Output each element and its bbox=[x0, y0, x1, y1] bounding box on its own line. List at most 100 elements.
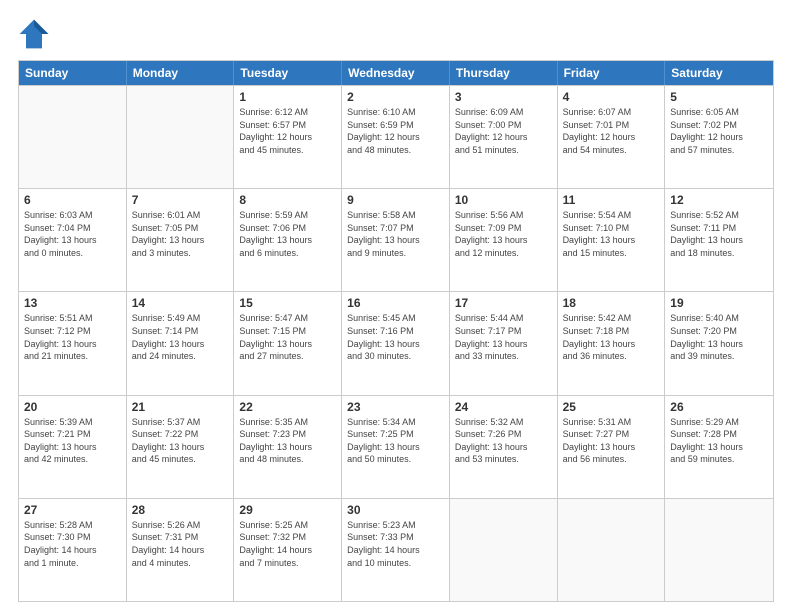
day-detail: Sunrise: 5:35 AM Sunset: 7:23 PM Dayligh… bbox=[239, 416, 336, 466]
calendar-header-cell: Sunday bbox=[19, 61, 127, 85]
calendar-header-cell: Thursday bbox=[450, 61, 558, 85]
day-number: 26 bbox=[670, 400, 768, 414]
calendar-cell bbox=[665, 499, 773, 601]
calendar-cell bbox=[558, 499, 666, 601]
header bbox=[18, 18, 774, 50]
day-number: 19 bbox=[670, 296, 768, 310]
calendar-header: SundayMondayTuesdayWednesdayThursdayFrid… bbox=[19, 61, 773, 85]
day-number: 27 bbox=[24, 503, 121, 517]
calendar-cell: 14 Sunrise: 5:49 AM Sunset: 7:14 PM Dayli… bbox=[127, 292, 235, 394]
calendar-cell: 25Sunrise: 5:31 AM Sunset: 7:27 PM Dayli… bbox=[558, 396, 666, 498]
calendar-header-cell: Wednesday bbox=[342, 61, 450, 85]
calendar-cell: 8 Sunrise: 5:59 AM Sunset: 7:06 PM Daylig… bbox=[234, 189, 342, 291]
day-detail: Sunrise: 5:39 AM Sunset: 7:21 PM Dayligh… bbox=[24, 416, 121, 466]
day-detail: Sunrise: 5:47 AM Sunset: 7:15 PM Dayligh… bbox=[239, 312, 336, 362]
day-detail: Sunrise: 6:10 AM Sunset: 6:59 PM Dayligh… bbox=[347, 106, 444, 156]
day-detail: Sunrise: 5:28 AM Sunset: 7:30 PM Dayligh… bbox=[24, 519, 121, 569]
day-detail: Sunrise: 5:49 AM Sunset: 7:14 PM Dayligh… bbox=[132, 312, 229, 362]
calendar-cell: 16 Sunrise: 5:45 AM Sunset: 7:16 PM Dayli… bbox=[342, 292, 450, 394]
day-detail: Sunrise: 5:42 AM Sunset: 7:18 PM Dayligh… bbox=[563, 312, 660, 362]
day-number: 20 bbox=[24, 400, 121, 414]
calendar-cell: 29Sunrise: 5:25 AM Sunset: 7:32 PM Dayli… bbox=[234, 499, 342, 601]
calendar-cell: 13Sunrise: 5:51 AM Sunset: 7:12 PM Dayli… bbox=[19, 292, 127, 394]
day-detail: Sunrise: 5:56 AM Sunset: 7:09 PM Dayligh… bbox=[455, 209, 552, 259]
day-detail: Sunrise: 5:26 AM Sunset: 7:31 PM Dayligh… bbox=[132, 519, 229, 569]
day-number: 12 bbox=[670, 193, 768, 207]
calendar-row: 1Sunrise: 6:12 AM Sunset: 6:57 PM Daylig… bbox=[19, 85, 773, 188]
calendar-cell: 28 Sunrise: 5:26 AM Sunset: 7:31 PM Dayli… bbox=[127, 499, 235, 601]
day-detail: Sunrise: 6:07 AM Sunset: 7:01 PM Dayligh… bbox=[563, 106, 660, 156]
calendar-cell bbox=[19, 86, 127, 188]
calendar-body: 1Sunrise: 6:12 AM Sunset: 6:57 PM Daylig… bbox=[19, 85, 773, 601]
calendar-header-cell: Monday bbox=[127, 61, 235, 85]
day-number: 8 bbox=[239, 193, 336, 207]
day-number: 24 bbox=[455, 400, 552, 414]
day-number: 16 bbox=[347, 296, 444, 310]
day-number: 17 bbox=[455, 296, 552, 310]
calendar-cell: 23Sunrise: 5:34 AM Sunset: 7:25 PM Dayli… bbox=[342, 396, 450, 498]
calendar-cell: 7 Sunrise: 6:01 AM Sunset: 7:05 PM Daylig… bbox=[127, 189, 235, 291]
day-number: 15 bbox=[239, 296, 336, 310]
day-number: 22 bbox=[239, 400, 336, 414]
day-number: 2 bbox=[347, 90, 444, 104]
calendar-cell: 6 Sunrise: 6:03 AM Sunset: 7:04 PM Daylig… bbox=[19, 189, 127, 291]
calendar-cell: 5Sunrise: 6:05 AM Sunset: 7:02 PM Daylig… bbox=[665, 86, 773, 188]
day-detail: Sunrise: 5:59 AM Sunset: 7:06 PM Dayligh… bbox=[239, 209, 336, 259]
day-detail: Sunrise: 5:40 AM Sunset: 7:20 PM Dayligh… bbox=[670, 312, 768, 362]
calendar: SundayMondayTuesdayWednesdayThursdayFrid… bbox=[18, 60, 774, 602]
day-number: 21 bbox=[132, 400, 229, 414]
day-number: 28 bbox=[132, 503, 229, 517]
day-number: 9 bbox=[347, 193, 444, 207]
calendar-header-cell: Tuesday bbox=[234, 61, 342, 85]
calendar-row: 6 Sunrise: 6:03 AM Sunset: 7:04 PM Daylig… bbox=[19, 188, 773, 291]
day-detail: Sunrise: 5:29 AM Sunset: 7:28 PM Dayligh… bbox=[670, 416, 768, 466]
day-number: 7 bbox=[132, 193, 229, 207]
calendar-cell: 3 Sunrise: 6:09 AM Sunset: 7:00 PM Daylig… bbox=[450, 86, 558, 188]
page: SundayMondayTuesdayWednesdayThursdayFrid… bbox=[0, 0, 792, 612]
calendar-cell: 27 Sunrise: 5:28 AM Sunset: 7:30 PM Dayli… bbox=[19, 499, 127, 601]
day-number: 29 bbox=[239, 503, 336, 517]
day-detail: Sunrise: 5:58 AM Sunset: 7:07 PM Dayligh… bbox=[347, 209, 444, 259]
logo bbox=[18, 18, 54, 50]
calendar-cell: 9 Sunrise: 5:58 AM Sunset: 7:07 PM Daylig… bbox=[342, 189, 450, 291]
day-detail: Sunrise: 5:45 AM Sunset: 7:16 PM Dayligh… bbox=[347, 312, 444, 362]
day-number: 23 bbox=[347, 400, 444, 414]
calendar-cell: 15 Sunrise: 5:47 AM Sunset: 7:15 PM Dayli… bbox=[234, 292, 342, 394]
day-detail: Sunrise: 5:32 AM Sunset: 7:26 PM Dayligh… bbox=[455, 416, 552, 466]
calendar-cell: 30 Sunrise: 5:23 AM Sunset: 7:33 PM Dayli… bbox=[342, 499, 450, 601]
day-detail: Sunrise: 6:01 AM Sunset: 7:05 PM Dayligh… bbox=[132, 209, 229, 259]
day-number: 11 bbox=[563, 193, 660, 207]
day-number: 6 bbox=[24, 193, 121, 207]
day-number: 10 bbox=[455, 193, 552, 207]
day-number: 1 bbox=[239, 90, 336, 104]
calendar-cell: 17 Sunrise: 5:44 AM Sunset: 7:17 PM Dayli… bbox=[450, 292, 558, 394]
calendar-header-cell: Friday bbox=[558, 61, 666, 85]
calendar-row: 13Sunrise: 5:51 AM Sunset: 7:12 PM Dayli… bbox=[19, 291, 773, 394]
day-number: 4 bbox=[563, 90, 660, 104]
logo-icon bbox=[18, 18, 50, 50]
day-number: 18 bbox=[563, 296, 660, 310]
day-number: 14 bbox=[132, 296, 229, 310]
calendar-cell: 22 Sunrise: 5:35 AM Sunset: 7:23 PM Dayli… bbox=[234, 396, 342, 498]
calendar-cell: 26 Sunrise: 5:29 AM Sunset: 7:28 PM Dayli… bbox=[665, 396, 773, 498]
day-number: 13 bbox=[24, 296, 121, 310]
calendar-cell: 11 Sunrise: 5:54 AM Sunset: 7:10 PM Dayli… bbox=[558, 189, 666, 291]
calendar-cell bbox=[127, 86, 235, 188]
day-detail: Sunrise: 5:23 AM Sunset: 7:33 PM Dayligh… bbox=[347, 519, 444, 569]
calendar-row: 27 Sunrise: 5:28 AM Sunset: 7:30 PM Dayli… bbox=[19, 498, 773, 601]
calendar-cell: 20 Sunrise: 5:39 AM Sunset: 7:21 PM Dayli… bbox=[19, 396, 127, 498]
calendar-cell: 19 Sunrise: 5:40 AM Sunset: 7:20 PM Dayli… bbox=[665, 292, 773, 394]
day-detail: Sunrise: 5:37 AM Sunset: 7:22 PM Dayligh… bbox=[132, 416, 229, 466]
calendar-cell: 2 Sunrise: 6:10 AM Sunset: 6:59 PM Daylig… bbox=[342, 86, 450, 188]
calendar-cell: 1Sunrise: 6:12 AM Sunset: 6:57 PM Daylig… bbox=[234, 86, 342, 188]
day-number: 25 bbox=[563, 400, 660, 414]
day-number: 30 bbox=[347, 503, 444, 517]
calendar-cell: 21 Sunrise: 5:37 AM Sunset: 7:22 PM Dayli… bbox=[127, 396, 235, 498]
day-detail: Sunrise: 5:44 AM Sunset: 7:17 PM Dayligh… bbox=[455, 312, 552, 362]
calendar-row: 20 Sunrise: 5:39 AM Sunset: 7:21 PM Dayli… bbox=[19, 395, 773, 498]
day-detail: Sunrise: 6:03 AM Sunset: 7:04 PM Dayligh… bbox=[24, 209, 121, 259]
day-detail: Sunrise: 6:09 AM Sunset: 7:00 PM Dayligh… bbox=[455, 106, 552, 156]
day-detail: Sunrise: 6:05 AM Sunset: 7:02 PM Dayligh… bbox=[670, 106, 768, 156]
day-number: 3 bbox=[455, 90, 552, 104]
day-detail: Sunrise: 5:54 AM Sunset: 7:10 PM Dayligh… bbox=[563, 209, 660, 259]
